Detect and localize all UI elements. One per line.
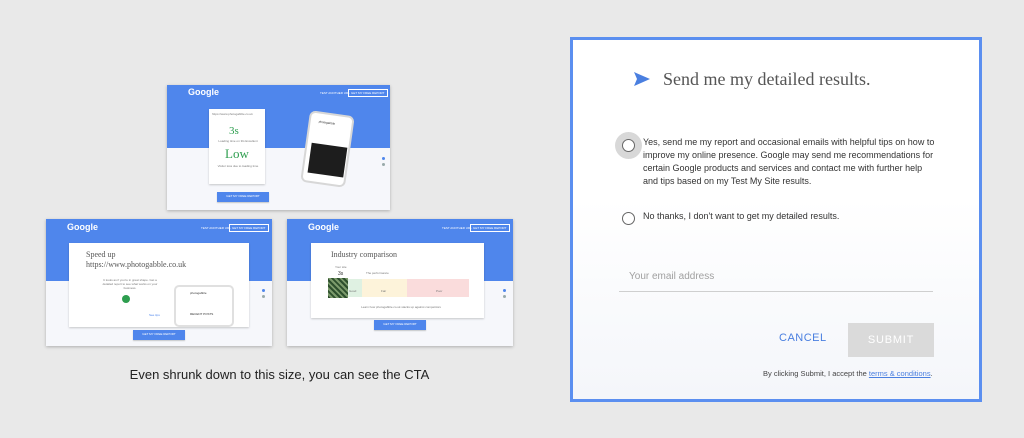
poor-label: Poor — [436, 289, 443, 293]
speed-up-body: It looks as if you're in great shape. Ge… — [102, 278, 158, 290]
terms-notice: By clicking Submit, I accept the terms &… — [763, 369, 933, 378]
terms-link[interactable]: terms & conditions — [869, 369, 931, 378]
fair-zone — [362, 279, 407, 297]
pager-dot — [382, 157, 385, 160]
phone-site-title: photogabble — [190, 291, 207, 295]
your-site-label: Your site — [335, 265, 347, 269]
radio-no[interactable] — [622, 212, 635, 225]
get-free-report-cta: GET MY FREE REPORT — [374, 320, 426, 330]
check-icon — [122, 295, 130, 303]
good-label: Good — [349, 289, 357, 293]
screenshot-thumbnail-speed-up: Google TEST ANOTHER URL GET MY FREE REPO… — [46, 219, 272, 346]
pager-dot — [262, 295, 265, 298]
speed-up-card: Speed up https://www.photogabble.co.uk I… — [69, 243, 249, 327]
radio-yes[interactable] — [622, 139, 635, 152]
get-free-report-cta: GET MY FREE REPORT — [133, 330, 185, 340]
header-report-button: GET MY FREE REPORT — [229, 224, 269, 232]
pager-dot — [382, 163, 385, 166]
caption: Even shrunk down to this size, you can s… — [129, 367, 430, 382]
visitor-loss-rating: Low — [225, 146, 249, 161]
pager-dot — [262, 289, 265, 292]
google-logo: Google — [188, 87, 219, 97]
test-another-url-link: TEST ANOTHER URL — [320, 91, 350, 95]
test-another-url-link: TEST ANOTHER URL — [201, 226, 231, 230]
get-free-report-cta: GET MY FREE REPORT — [217, 192, 269, 202]
screenshot-thumbnail-results: Google TEST ANOTHER URL GET MY FREE REPO… — [167, 85, 390, 210]
pager-dot — [503, 289, 506, 292]
phone-mockup: photogabble RECENT POSTS — [174, 285, 234, 327]
cancel-button[interactable]: CANCEL — [779, 332, 827, 344]
terms-prefix: By clicking Submit, I accept the — [763, 369, 869, 378]
header-report-button: GET MY FREE REPORT — [470, 224, 510, 232]
test-another-url-link: TEST ANOTHER URL — [442, 226, 472, 230]
good-zone — [348, 279, 362, 297]
option-no-label[interactable]: No thanks, I don't want to get my detail… — [643, 210, 937, 223]
marker-pattern — [328, 278, 348, 298]
industry-card: Industry comparison Your site 3s The per… — [311, 243, 484, 318]
poor-zone — [407, 279, 469, 297]
pager-dot — [503, 295, 506, 298]
load-time-value: 3s — [229, 125, 239, 137]
load-time-caption: Loading time on 3G Excellent — [218, 139, 258, 143]
phone-site-title: photogabble — [318, 119, 336, 126]
fair-label: Fair — [381, 289, 387, 293]
speed-up-title: Speed up https://www.photogabble.co.uk — [86, 250, 187, 269]
your-site-value: 3s — [338, 271, 344, 277]
rating-caption: Visitor loss due to loading time — [217, 164, 259, 168]
speed-card: https://www.photogabble.co.uk 3s Loading… — [209, 109, 265, 184]
terms-suffix: . — [930, 369, 933, 378]
phone-image-block — [307, 142, 348, 178]
option-yes-label[interactable]: Yes, send me my report and occasional em… — [643, 136, 937, 188]
comparison-note: Learn how photogabble.co.uk stacks up ag… — [361, 305, 441, 309]
submit-button[interactable]: SUBMIT — [848, 323, 934, 357]
site-url: https://www.photogabble.co.uk — [212, 112, 253, 116]
industry-title: Industry comparison — [331, 250, 397, 259]
google-logo: Google — [308, 222, 339, 232]
page-background — [167, 148, 390, 210]
send-icon — [634, 72, 650, 86]
see-tips-link: See tips — [149, 313, 160, 317]
screenshot-thumbnail-industry: Google TEST ANOTHER URL GET MY FREE REPO… — [287, 219, 513, 346]
header-report-button: GET MY FREE REPORT — [348, 89, 388, 97]
results-dialog: Send me my detailed results. Yes, send m… — [570, 37, 982, 402]
performance-label: The performance — [366, 271, 389, 275]
email-field[interactable] — [619, 262, 933, 292]
phone-section-title: RECENT POSTS — [190, 312, 214, 316]
dialog-title: Send me my detailed results. — [663, 69, 871, 89]
google-logo: Google — [67, 222, 98, 232]
